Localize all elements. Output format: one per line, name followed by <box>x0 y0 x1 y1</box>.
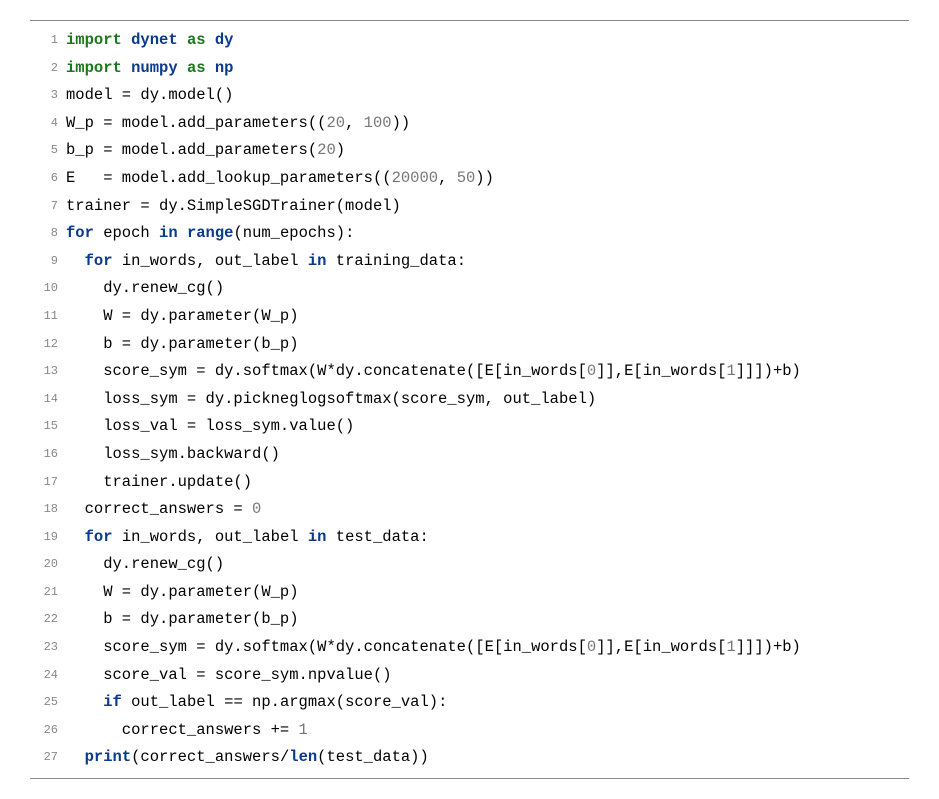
code-line: 21 W = dy.parameter(W_p) <box>30 579 909 607</box>
code-content: dy.renew_cg() <box>66 275 909 303</box>
code-line: 15 loss_val = loss_sym.value() <box>30 413 909 441</box>
line-number: 19 <box>30 524 66 552</box>
line-number: 3 <box>30 82 66 110</box>
code-content: trainer = dy.SimpleSGDTrainer(model) <box>66 193 909 221</box>
code-content: W = dy.parameter(W_p) <box>66 303 909 331</box>
code-line: 25 if out_label == np.argmax(score_val): <box>30 689 909 717</box>
code-line: 27 print(correct_answers/len(test_data)) <box>30 744 909 772</box>
line-number: 16 <box>30 441 66 469</box>
line-number: 25 <box>30 689 66 717</box>
code-line: 19 for in_words, out_label in test_data: <box>30 524 909 552</box>
line-number: 23 <box>30 634 66 662</box>
code-line: 17 trainer.update() <box>30 469 909 497</box>
code-line: 4W_p = model.add_parameters((20, 100)) <box>30 110 909 138</box>
code-content: correct_answers += 1 <box>66 717 909 745</box>
code-content: W = dy.parameter(W_p) <box>66 579 909 607</box>
code-content: import numpy as np <box>66 55 909 83</box>
code-content: score_sym = dy.softmax(W*dy.concatenate(… <box>66 358 909 386</box>
code-content: loss_val = loss_sym.value() <box>66 413 909 441</box>
code-line: 23 score_sym = dy.softmax(W*dy.concatena… <box>30 634 909 662</box>
code-line: 11 W = dy.parameter(W_p) <box>30 303 909 331</box>
line-number: 21 <box>30 579 66 607</box>
line-number: 4 <box>30 110 66 138</box>
code-line: 16 loss_sym.backward() <box>30 441 909 469</box>
code-content: for in_words, out_label in training_data… <box>66 248 909 276</box>
line-number: 9 <box>30 248 66 276</box>
line-number: 8 <box>30 220 66 248</box>
code-line: 24 score_val = score_sym.npvalue() <box>30 662 909 690</box>
line-number: 11 <box>30 303 66 331</box>
code-content: loss_sym = dy.pickneglogsoftmax(score_sy… <box>66 386 909 414</box>
code-line: 8for epoch in range(num_epochs): <box>30 220 909 248</box>
code-content: for epoch in range(num_epochs): <box>66 220 909 248</box>
line-number: 6 <box>30 165 66 193</box>
code-content: score_val = score_sym.npvalue() <box>66 662 909 690</box>
code-content: b_p = model.add_parameters(20) <box>66 137 909 165</box>
line-number: 18 <box>30 496 66 524</box>
code-line: 22 b = dy.parameter(b_p) <box>30 606 909 634</box>
code-content: b = dy.parameter(b_p) <box>66 331 909 359</box>
code-content: dy.renew_cg() <box>66 551 909 579</box>
code-content: correct_answers = 0 <box>66 496 909 524</box>
code-line: 12 b = dy.parameter(b_p) <box>30 331 909 359</box>
code-content: model = dy.model() <box>66 82 909 110</box>
code-content: trainer.update() <box>66 469 909 497</box>
line-number: 13 <box>30 358 66 386</box>
code-line: 1import dynet as dy <box>30 27 909 55</box>
line-number: 5 <box>30 137 66 165</box>
code-line: 20 dy.renew_cg() <box>30 551 909 579</box>
code-content: if out_label == np.argmax(score_val): <box>66 689 909 717</box>
code-content: b = dy.parameter(b_p) <box>66 606 909 634</box>
code-line: 18 correct_answers = 0 <box>30 496 909 524</box>
code-line: 13 score_sym = dy.softmax(W*dy.concatena… <box>30 358 909 386</box>
line-number: 26 <box>30 717 66 745</box>
line-number: 22 <box>30 606 66 634</box>
code-line: 9 for in_words, out_label in training_da… <box>30 248 909 276</box>
line-number: 15 <box>30 413 66 441</box>
code-line: 26 correct_answers += 1 <box>30 717 909 745</box>
code-line: 2import numpy as np <box>30 55 909 83</box>
code-line: 7trainer = dy.SimpleSGDTrainer(model) <box>30 193 909 221</box>
code-line: 3model = dy.model() <box>30 82 909 110</box>
code-content: import dynet as dy <box>66 27 909 55</box>
code-line: 5b_p = model.add_parameters(20) <box>30 137 909 165</box>
line-number: 2 <box>30 55 66 83</box>
line-number: 27 <box>30 744 66 772</box>
code-content: for in_words, out_label in test_data: <box>66 524 909 552</box>
code-content: W_p = model.add_parameters((20, 100)) <box>66 110 909 138</box>
code-content: loss_sym.backward() <box>66 441 909 469</box>
line-number: 1 <box>30 27 66 55</box>
line-number: 7 <box>30 193 66 221</box>
line-number: 12 <box>30 331 66 359</box>
code-line: 10 dy.renew_cg() <box>30 275 909 303</box>
code-line: 14 loss_sym = dy.pickneglogsoftmax(score… <box>30 386 909 414</box>
code-content: score_sym = dy.softmax(W*dy.concatenate(… <box>66 634 909 662</box>
code-content: print(correct_answers/len(test_data)) <box>66 744 909 772</box>
code-listing: 1import dynet as dy2import numpy as np3m… <box>30 20 909 779</box>
line-number: 14 <box>30 386 66 414</box>
code-lines: 1import dynet as dy2import numpy as np3m… <box>30 27 909 772</box>
line-number: 24 <box>30 662 66 690</box>
line-number: 10 <box>30 275 66 303</box>
line-number: 17 <box>30 469 66 497</box>
code-content: E = model.add_lookup_parameters((20000, … <box>66 165 909 193</box>
line-number: 20 <box>30 551 66 579</box>
code-line: 6E = model.add_lookup_parameters((20000,… <box>30 165 909 193</box>
